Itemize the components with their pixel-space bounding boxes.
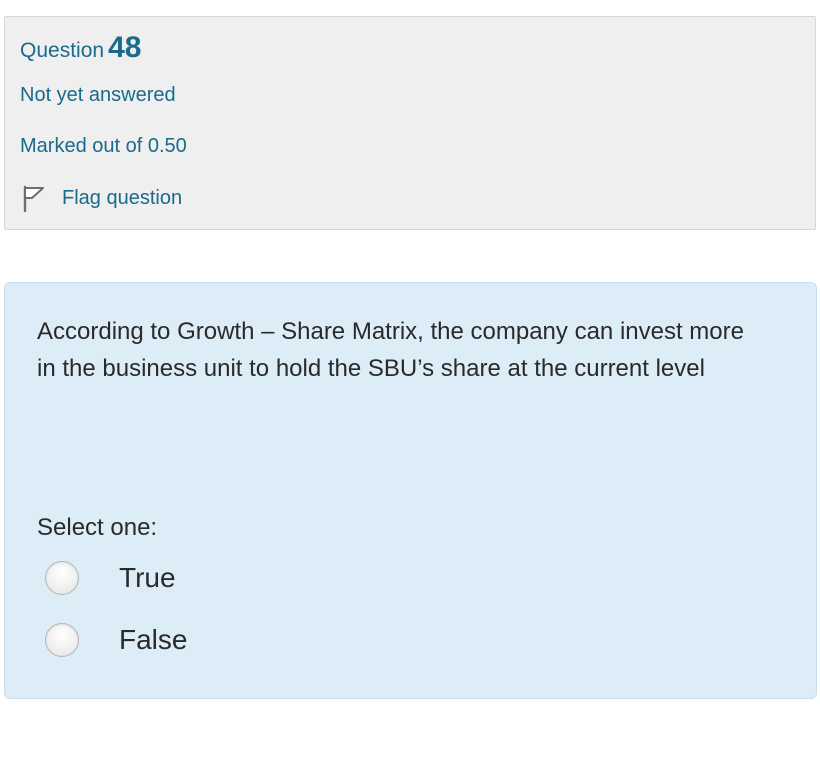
radio-true[interactable]: [45, 561, 79, 595]
radio-false[interactable]: [45, 623, 79, 657]
flag-question-button[interactable]: Flag question: [20, 183, 182, 213]
flag-question-label: Flag question: [62, 186, 183, 209]
answer-option-false[interactable]: False: [45, 623, 187, 657]
answer-label-false: False: [119, 624, 188, 655]
question-content-panel: According to Growth – Share Matrix, the …: [4, 282, 817, 699]
answer-option-true[interactable]: True: [45, 561, 176, 595]
question-info-panel: Question 48 Not yet answered Marked out o…: [4, 16, 816, 230]
question-label: Question: [20, 39, 105, 62]
question-number: 48: [108, 31, 142, 64]
question-title: Question 48: [20, 31, 141, 65]
question-grade: Marked out of 0.50: [20, 135, 187, 157]
flag-icon: [20, 183, 50, 213]
question-text: According to Growth – Share Matrix, the …: [37, 318, 744, 382]
question-state: Not yet answered: [20, 84, 176, 106]
select-one-prompt: Select one:: [37, 514, 158, 541]
answer-label-true: True: [119, 562, 176, 593]
